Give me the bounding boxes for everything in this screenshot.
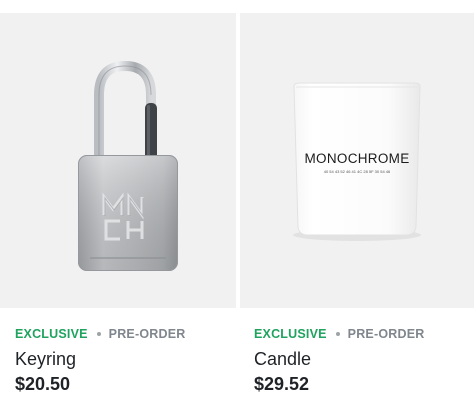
product-name[interactable]: Candle bbox=[254, 349, 311, 370]
product-card-keyring[interactable]: EXCLUSIVE PRE-ORDER Keyring $20.50 bbox=[0, 0, 236, 409]
product-name[interactable]: Keyring bbox=[15, 349, 76, 370]
pre-order-badge: PRE-ORDER bbox=[108, 327, 186, 341]
padlock-image bbox=[78, 60, 178, 271]
product-image-keyring[interactable] bbox=[0, 13, 236, 308]
candle-label-code: 40 54 43 52 46 41 4C 28 5F 30 54 46 bbox=[324, 169, 391, 174]
product-price: $20.50 bbox=[15, 374, 71, 394]
candle-label-brand: MONOCHROME bbox=[305, 151, 410, 166]
badges-candle: EXCLUSIVE PRE-ORDER bbox=[254, 327, 424, 341]
exclusive-badge: EXCLUSIVE bbox=[254, 327, 327, 341]
product-image-candle[interactable]: MONOCHROME 40 54 43 52 46 41 4C 28 5F 30… bbox=[240, 13, 474, 308]
separator-dot bbox=[335, 332, 340, 336]
candle-image: MONOCHROME 40 54 43 52 46 41 4C 28 5F 30… bbox=[293, 82, 421, 241]
product-price: $29.52 bbox=[254, 374, 310, 394]
badges-keyring: EXCLUSIVE PRE-ORDER bbox=[15, 327, 185, 341]
separator-dot bbox=[96, 332, 101, 336]
exclusive-badge: EXCLUSIVE bbox=[15, 327, 88, 341]
pre-order-badge: PRE-ORDER bbox=[347, 327, 425, 341]
product-card-candle[interactable]: MONOCHROME 40 54 43 52 46 41 4C 28 5F 30… bbox=[240, 0, 474, 409]
